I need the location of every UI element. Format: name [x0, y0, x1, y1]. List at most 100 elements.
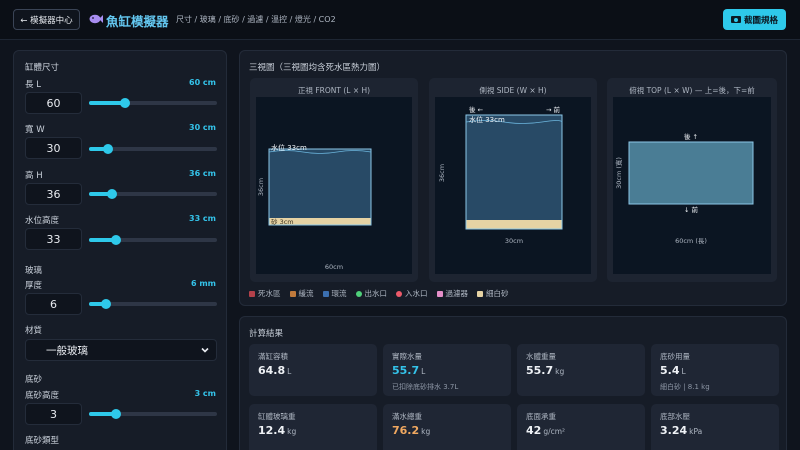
thickness-slider-thumb[interactable]: [100, 299, 111, 309]
material-select[interactable]: 一般玻璃: [25, 339, 217, 361]
legend-swatch: [436, 290, 443, 297]
legend-label: 死水區: [258, 289, 281, 298]
result-number: 42: [526, 424, 542, 437]
side-view-diagram: 後 ← → 前 水位 33cm 36cm 30cm: [435, 97, 591, 274]
length-label: 長 L: [25, 80, 41, 90]
side-front-label: → 前: [546, 105, 561, 114]
result-number: 5.4: [660, 364, 680, 377]
result-unit: L: [421, 367, 426, 376]
legend-label: 入水口: [405, 289, 428, 298]
top-view-title: 俯視 TOP (L × W) — 上=後，下=前: [629, 86, 755, 95]
substrate-height-label: 底砂高度: [25, 391, 60, 401]
result-value: 3.24 kPa: [660, 424, 702, 437]
thickness-slider[interactable]: [89, 299, 217, 309]
thickness-label: 厚度: [25, 281, 43, 291]
result-unit: kPa: [689, 427, 703, 436]
result-value: 76.2 kg: [392, 424, 430, 437]
result-number: 55.7: [526, 364, 554, 377]
side-height-label: 36cm: [438, 164, 446, 182]
thickness-input[interactable]: 6: [25, 293, 82, 315]
result-card: 底面承重 42 g/cm²: [517, 404, 645, 450]
top-depth-label: 30cm (寬): [614, 157, 623, 189]
result-card: 滿水總重 76.2 kg: [383, 404, 511, 450]
legend-item: 緩流: [289, 288, 314, 299]
water-level-input[interactable]: 33: [25, 228, 82, 250]
results-title: 計算結果: [249, 329, 284, 339]
top-back-label: 後 ↑: [684, 132, 698, 141]
substrate-section-title: 底砂: [25, 375, 43, 385]
substrate-height-input[interactable]: 3: [25, 403, 82, 425]
legend-item: 過濾器: [436, 288, 468, 299]
width-value: 30 cm: [189, 123, 216, 132]
app-subtitle: 尺寸 / 玻璃 / 底砂 / 過濾 / 溫控 / 燈光 / CO2: [176, 15, 336, 24]
length-slider[interactable]: [89, 98, 217, 108]
result-number: 55.7: [392, 364, 420, 377]
side-view-card: 側視 SIDE (W × H) 後 ← → 前 水位 33cm 36cm 30c…: [429, 78, 597, 282]
width-label: 寬 W: [25, 125, 45, 135]
legend-label: 細白砂: [486, 289, 509, 298]
result-value: 42 g/cm²: [526, 424, 565, 437]
legend-swatch: [477, 290, 483, 297]
length-input[interactable]: 60: [25, 92, 82, 114]
result-label: 水體重量: [526, 352, 556, 361]
result-number: 76.2: [392, 424, 420, 437]
height-input[interactable]: 36: [25, 183, 82, 205]
legend-item: 環流: [322, 288, 347, 299]
settings-sidebar: 缸體尺寸 長 L 60 cm 60 寬 W 30 cm 30 高 H 36 cm…: [13, 50, 227, 450]
legend-label: 出水口: [364, 289, 388, 298]
front-height-label: 36cm: [257, 178, 265, 196]
chevron-down-icon: [201, 347, 209, 353]
front-view-card: 正視 FRONT (L × H) 水位 33cm 砂 3cm 36cm 60cm: [250, 78, 418, 282]
result-card: 底部水壓 3.24 kPa: [651, 404, 779, 450]
height-slider-thumb[interactable]: [107, 189, 118, 199]
width-input[interactable]: 30: [25, 137, 82, 159]
front-water-label: 水位 33cm: [271, 143, 307, 152]
result-label: 缸體玻璃重: [258, 412, 296, 421]
result-subtext: 細白砂 | 8.1 kg: [660, 383, 710, 391]
screenshot-spec-label: 截圖規格: [743, 15, 778, 26]
results-panel: 計算結果 滿缸容積 64.8 L 實際水量 55.7 L 已扣除底砂排水 3.7L 水體重量 5…: [239, 316, 787, 450]
result-number: 3.24: [660, 424, 688, 437]
front-view-title: 正視 FRONT (L × H): [297, 86, 371, 95]
result-card: 缸體玻璃重 12.4 kg: [249, 404, 377, 450]
result-subtext: 已扣除底砂排水 3.7L: [392, 383, 459, 391]
substrate-height-slider[interactable]: [89, 409, 217, 419]
result-label: 滿水總重: [392, 412, 422, 421]
material-selected-value: 一般玻璃: [46, 344, 88, 357]
legend-item: 入水口: [396, 288, 428, 299]
flow-legend: 死水區 緩流 環流 出水口 入水口 過濾器 細白砂: [249, 288, 509, 299]
result-card: 水體重量 55.7 kg: [517, 344, 645, 396]
width-slider-thumb[interactable]: [103, 144, 114, 154]
result-label: 底面承重: [526, 412, 556, 421]
three-view-title: 三視圖（三視圖均含死水區熱力圖）: [249, 63, 386, 73]
screenshot-spec-button[interactable]: 截圖規格: [723, 9, 786, 30]
water-level-value: 33 cm: [189, 214, 216, 223]
result-label: 底部水壓: [660, 412, 690, 421]
back-to-center-button[interactable]: ← 模擬器中心: [13, 9, 80, 30]
top-view-diagram: 後 ↑ ↓ 前 30cm (寬) 60cm (長): [613, 97, 771, 274]
result-card: 滿缸容積 64.8 L: [249, 344, 377, 396]
result-label: 滿缸容積: [258, 352, 288, 361]
result-value: 55.7 L: [392, 364, 425, 377]
substrate-height-slider-thumb[interactable]: [110, 409, 121, 419]
water-level-slider-thumb[interactable]: [110, 235, 121, 245]
glass-section-title: 玻璃: [25, 266, 43, 276]
width-slider[interactable]: [89, 144, 217, 154]
result-unit: kg: [555, 367, 565, 376]
legend-label: 環流: [331, 289, 347, 298]
front-tank-outline: [268, 148, 372, 226]
water-level-slider[interactable]: [89, 235, 217, 245]
material-label: 材質: [25, 326, 43, 336]
height-slider[interactable]: [89, 189, 217, 199]
camera-icon: [730, 16, 741, 23]
side-back-label: 後 ←: [469, 105, 484, 114]
result-value: 5.4 L: [660, 364, 686, 377]
legend-swatch: [355, 290, 362, 297]
legend-item: 出水口: [355, 288, 388, 299]
top-length-label: 60cm (長): [675, 237, 707, 245]
side-tank-outline: [465, 114, 563, 230]
length-slider-thumb[interactable]: [119, 98, 130, 108]
side-sand-layer: [466, 220, 562, 229]
result-value: 55.7 kg: [526, 364, 564, 377]
substrate-height-value: 3 cm: [194, 389, 216, 398]
